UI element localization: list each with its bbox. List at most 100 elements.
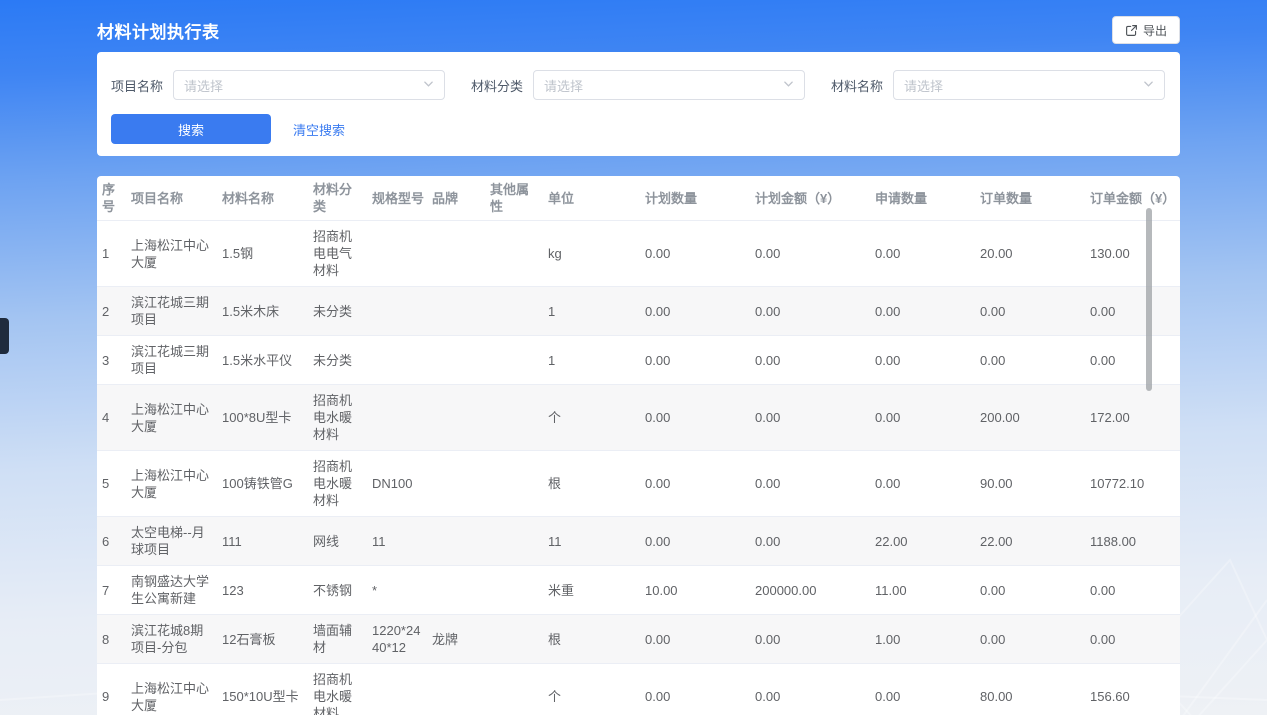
clear-search-link[interactable]: 清空搜索 xyxy=(293,120,345,139)
cell-brand xyxy=(432,287,490,336)
cell-order_qty: 80.00 xyxy=(980,664,1090,715)
cell-order_amount: 10772.10 xyxy=(1090,451,1180,517)
filter-group-material: 材料名称 请选择 xyxy=(831,70,1165,100)
table-row[interactable]: 6太空电梯--月球项目111网线11110.000.0022.0022.0011… xyxy=(97,517,1180,566)
side-drawer-handle[interactable] xyxy=(0,318,9,354)
table-row[interactable]: 9上海松江中心大厦150*10U型卡招商机电水暖材料个0.000.000.008… xyxy=(97,664,1180,715)
cell-order_amount: 0.00 xyxy=(1090,336,1180,385)
table-row[interactable]: 3滨江花城三期项目1.5米水平仪未分类10.000.000.000.000.00 xyxy=(97,336,1180,385)
cell-unit: 米重 xyxy=(548,566,645,615)
cell-order_amount: 172.00 xyxy=(1090,385,1180,451)
cell-category: 招商机电水暖材料 xyxy=(313,664,372,715)
cell-project: 南钢盛达大学生公寓新建 xyxy=(131,566,222,615)
chevron-down-icon xyxy=(783,76,794,94)
cell-plan_amount: 0.00 xyxy=(755,287,875,336)
cell-brand xyxy=(432,566,490,615)
table-panel: 序号项目名称材料名称材料分类规格型号品牌其他属性单位计划数量计划金额（¥）申请数… xyxy=(97,176,1180,715)
material-category-label: 材料分类 xyxy=(471,76,523,95)
cell-order_amount: 130.00 xyxy=(1090,221,1180,287)
cell-unit: 个 xyxy=(548,664,645,715)
chevron-down-icon xyxy=(1143,76,1154,94)
table-row[interactable]: 8滨江花城8期项目-分包12石膏板墙面辅材1220*2440*12龙牌根0.00… xyxy=(97,615,1180,664)
cell-index: 5 xyxy=(97,451,131,517)
column-header-spec: 规格型号 xyxy=(372,176,432,221)
column-header-plan_amount: 计划金额（¥） xyxy=(755,176,875,221)
cell-material: 100铸铁管G xyxy=(222,451,313,517)
cell-brand xyxy=(432,336,490,385)
cell-apply_qty: 0.00 xyxy=(875,287,980,336)
project-name-select[interactable]: 请选择 xyxy=(173,70,445,100)
cell-project: 上海松江中心大厦 xyxy=(131,664,222,715)
cell-category: 招商机电水暖材料 xyxy=(313,385,372,451)
cell-spec xyxy=(372,385,432,451)
cell-unit: 根 xyxy=(548,615,645,664)
material-name-label: 材料名称 xyxy=(831,76,883,95)
cell-project: 上海松江中心大厦 xyxy=(131,451,222,517)
cell-brand xyxy=(432,517,490,566)
cell-category: 未分类 xyxy=(313,287,372,336)
cell-apply_qty: 1.00 xyxy=(875,615,980,664)
cell-index: 1 xyxy=(97,221,131,287)
table-row[interactable]: 1上海松江中心大厦1.5钢招商机电电气材料kg0.000.000.0020.00… xyxy=(97,221,1180,287)
main-content: 材料计划执行表 导出 项目名称 请选择 xyxy=(97,0,1180,715)
column-header-category: 材料分类 xyxy=(313,176,372,221)
cell-category: 不锈钢 xyxy=(313,566,372,615)
cell-plan_amount: 0.00 xyxy=(755,221,875,287)
cell-plan_qty: 0.00 xyxy=(645,287,755,336)
search-button[interactable]: 搜索 xyxy=(111,114,271,144)
cell-plan_qty: 0.00 xyxy=(645,336,755,385)
cell-order_qty: 0.00 xyxy=(980,566,1090,615)
cell-plan_amount: 0.00 xyxy=(755,615,875,664)
column-header-plan_qty: 计划数量 xyxy=(645,176,755,221)
table-row[interactable]: 4上海松江中心大厦100*8U型卡招商机电水暖材料个0.000.000.0020… xyxy=(97,385,1180,451)
page-header: 材料计划执行表 导出 xyxy=(97,0,1180,52)
cell-apply_qty: 0.00 xyxy=(875,336,980,385)
cell-plan_amount: 200000.00 xyxy=(755,566,875,615)
cell-brand xyxy=(432,451,490,517)
cell-apply_qty: 0.00 xyxy=(875,221,980,287)
cell-order_qty: 0.00 xyxy=(980,336,1090,385)
page-title: 材料计划执行表 xyxy=(97,18,220,43)
cell-other xyxy=(490,221,548,287)
cell-apply_qty: 11.00 xyxy=(875,566,980,615)
table-row[interactable]: 7南钢盛达大学生公寓新建123不锈钢*米重10.00200000.0011.00… xyxy=(97,566,1180,615)
export-icon xyxy=(1125,24,1138,37)
vertical-scrollbar-thumb[interactable] xyxy=(1146,208,1152,391)
cell-other xyxy=(490,451,548,517)
cell-order_qty: 200.00 xyxy=(980,385,1090,451)
cell-apply_qty: 0.00 xyxy=(875,664,980,715)
cell-project: 滨江花城三期项目 xyxy=(131,336,222,385)
filter-group-project: 项目名称 请选择 xyxy=(111,70,445,100)
table-row[interactable]: 2滨江花城三期项目1.5米木床未分类10.000.000.000.000.00 xyxy=(97,287,1180,336)
cell-category: 墙面辅材 xyxy=(313,615,372,664)
cell-brand xyxy=(432,221,490,287)
cell-unit: kg xyxy=(548,221,645,287)
cell-brand xyxy=(432,385,490,451)
cell-unit: 1 xyxy=(548,287,645,336)
cell-material: 1.5钢 xyxy=(222,221,313,287)
cell-index: 2 xyxy=(97,287,131,336)
cell-plan_amount: 0.00 xyxy=(755,385,875,451)
cell-plan_qty: 0.00 xyxy=(645,221,755,287)
cell-material: 150*10U型卡 xyxy=(222,664,313,715)
cell-plan_qty: 0.00 xyxy=(645,615,755,664)
cell-spec: * xyxy=(372,566,432,615)
cell-plan_amount: 0.00 xyxy=(755,336,875,385)
cell-category: 招商机电电气材料 xyxy=(313,221,372,287)
cell-project: 上海松江中心大厦 xyxy=(131,221,222,287)
materials-table: 序号项目名称材料名称材料分类规格型号品牌其他属性单位计划数量计划金额（¥）申请数… xyxy=(97,176,1180,715)
cell-plan_qty: 10.00 xyxy=(645,566,755,615)
export-button[interactable]: 导出 xyxy=(1112,16,1180,44)
cell-material: 111 xyxy=(222,517,313,566)
material-name-select[interactable]: 请选择 xyxy=(893,70,1165,100)
table-row[interactable]: 5上海松江中心大厦100铸铁管G招商机电水暖材料DN100根0.000.000.… xyxy=(97,451,1180,517)
cell-spec: DN100 xyxy=(372,451,432,517)
material-category-select[interactable]: 请选择 xyxy=(533,70,805,100)
cell-spec xyxy=(372,336,432,385)
cell-category: 网线 xyxy=(313,517,372,566)
chevron-down-icon xyxy=(423,76,434,94)
cell-index: 8 xyxy=(97,615,131,664)
cell-order_amount: 0.00 xyxy=(1090,615,1180,664)
column-header-other: 其他属性 xyxy=(490,176,548,221)
cell-index: 3 xyxy=(97,336,131,385)
